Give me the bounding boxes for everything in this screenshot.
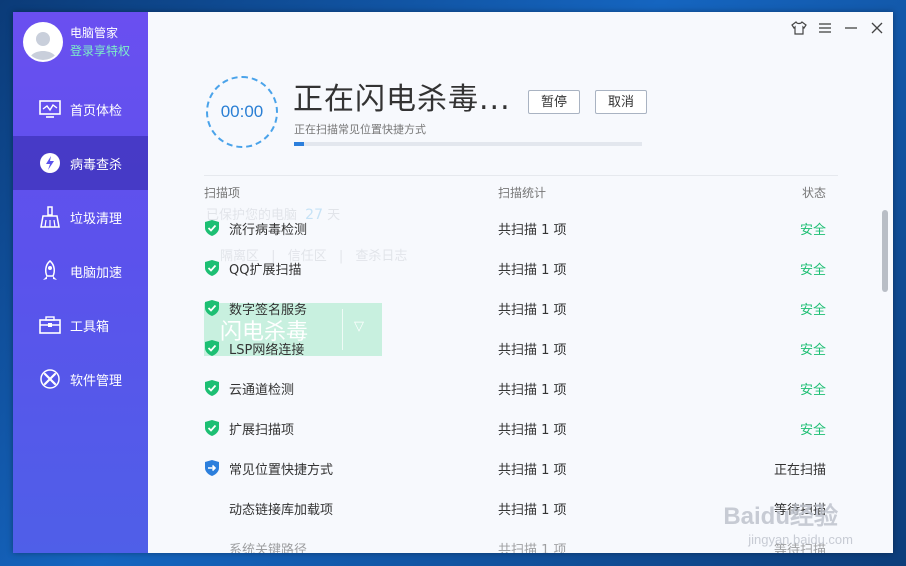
table-row: 系统关键路径 共扫描 1 项等待扫描	[204, 528, 834, 554]
scan-status-cell: 安全	[799, 302, 826, 318]
shield-check-icon	[204, 380, 220, 396]
scan-item-name: 系统关键路径	[229, 542, 308, 554]
scan-item-name: 流行病毒检测	[229, 222, 308, 238]
login-link[interactable]: 登录享特权	[70, 42, 130, 60]
minimize-icon[interactable]	[841, 18, 861, 38]
apps-icon	[39, 368, 61, 390]
sidebar-item-software[interactable]: 软件管理	[13, 352, 148, 406]
sidebar-item-virus-scan[interactable]: 病毒查杀	[13, 136, 148, 190]
scan-stat-cell: 共扫描 1 项	[498, 542, 567, 554]
column-header-status: 状态	[801, 186, 826, 200]
watermark-logo: Baidu经验	[723, 503, 838, 530]
sidebar-item-checkup[interactable]: 首页体检	[13, 82, 148, 136]
scan-item-name: QQ扩展扫描	[229, 262, 302, 278]
column-header-stat: 扫描统计	[498, 186, 547, 200]
sidebar-item-label: 首页体检	[70, 103, 123, 119]
profile[interactable]: 电脑管家 登录享特权	[23, 20, 130, 64]
scan-item-cell: 常见位置快捷方式	[204, 459, 498, 478]
sidebar-nav: 首页体检 病毒查杀 垃圾清理 电脑加速 工具箱 软件管理	[13, 82, 148, 406]
scan-item-cell: 数字签名服务	[204, 299, 498, 318]
scan-stat-cell: 共扫描 1 项	[498, 302, 567, 318]
avatar-icon[interactable]	[23, 22, 63, 62]
close-icon[interactable]	[867, 18, 887, 38]
sidebar-item-label: 电脑加速	[70, 265, 123, 281]
shield-check-icon	[204, 340, 220, 356]
scan-stat-cell: 共扫描 1 项	[498, 422, 567, 438]
scan-item-cell: QQ扩展扫描	[204, 259, 498, 278]
skin-icon[interactable]	[789, 18, 809, 38]
scan-title: 正在闪电杀毒...	[293, 82, 511, 117]
divider	[204, 175, 838, 176]
table-row: 数字签名服务 共扫描 1 项 安全	[204, 288, 834, 328]
scan-item-name: 动态链接库加载项	[229, 502, 334, 518]
scan-stat-cell: 共扫描 1 项	[498, 342, 567, 358]
profile-name: 电脑管家	[70, 26, 119, 40]
scan-current-item: 正在扫描常见位置快捷方式	[294, 123, 426, 136]
table-row: 扩展扫描项 共扫描 1 项 安全	[204, 408, 834, 448]
shield-check-icon	[204, 300, 220, 316]
sidebar: 电脑管家 登录享特权 首页体检 病毒查杀 垃圾清理 电脑加速 工具箱 软件管理	[13, 12, 148, 553]
scan-item-cell: 系统关键路径	[204, 539, 498, 554]
sidebar-item-label: 病毒查杀	[70, 157, 123, 173]
scan-timer: 00:00	[206, 76, 278, 148]
column-header-item: 扫描项	[204, 186, 241, 200]
scan-status-cell: 正在扫描	[773, 462, 826, 478]
scrollbar[interactable]	[882, 210, 888, 292]
shield-check-icon	[204, 220, 220, 236]
watermark-url: jingyan.baidu.com	[748, 532, 853, 547]
scan-item-cell: LSP网络连接	[204, 339, 498, 358]
monitor-icon	[39, 98, 61, 120]
scan-item-cell: 动态链接库加载项	[204, 499, 498, 518]
table-row: 常见位置快捷方式 共扫描 1 项 正在扫描	[204, 448, 834, 488]
shield-check-icon	[204, 420, 220, 436]
scan-item-cell: 云通道检测	[204, 379, 498, 398]
scan-item-name: 常见位置快捷方式	[229, 462, 334, 478]
scan-status-cell: 安全	[799, 262, 826, 278]
sidebar-item-toolbox[interactable]: 工具箱	[13, 298, 148, 352]
table-row: 云通道检测 共扫描 1 项 安全	[204, 368, 834, 408]
scan-stat-cell: 共扫描 1 项	[498, 222, 567, 238]
scan-item-cell: 扩展扫描项	[204, 419, 498, 438]
window-controls	[789, 18, 887, 38]
shield-scanning-icon	[204, 460, 220, 476]
scan-item-name: 云通道检测	[229, 382, 295, 398]
table-row: LSP网络连接 共扫描 1 项 安全	[204, 328, 834, 368]
scan-status-cell: 安全	[799, 382, 826, 398]
sidebar-item-label: 软件管理	[70, 373, 123, 389]
scan-item-name: 数字签名服务	[229, 302, 308, 318]
main-panel: 已保护您的电脑 27 天 隔离区 | 信任区 | 查杀日志 闪电杀毒 ▽ 00:…	[148, 12, 893, 553]
table-row: QQ扩展扫描 共扫描 1 项 安全	[204, 248, 834, 288]
scan-stat-cell: 共扫描 1 项	[498, 462, 567, 478]
rocket-icon	[39, 260, 61, 282]
app-window: 电脑管家 登录享特权 首页体检 病毒查杀 垃圾清理 电脑加速 工具箱 软件管理 …	[13, 12, 893, 553]
scan-status-cell: 安全	[799, 222, 826, 238]
scan-status-cell: 安全	[799, 342, 826, 358]
scan-status-cell: 安全	[799, 422, 826, 438]
scan-item-name: 扩展扫描项	[229, 422, 295, 438]
broom-icon	[39, 206, 61, 228]
sidebar-item-label: 垃圾清理	[70, 211, 123, 227]
pause-button[interactable]: 暂停	[528, 90, 581, 114]
table-row: 流行病毒检测 共扫描 1 项 安全	[204, 208, 834, 248]
sidebar-item-cleanup[interactable]: 垃圾清理	[13, 190, 148, 244]
toolbox-icon	[39, 314, 61, 336]
menu-icon[interactable]	[815, 18, 835, 38]
sidebar-item-label: 工具箱	[70, 319, 110, 335]
scan-stat-cell: 共扫描 1 项	[498, 262, 567, 278]
scan-stat-cell: 共扫描 1 项	[498, 382, 567, 398]
lightning-shield-icon	[39, 152, 61, 174]
scan-item-cell: 流行病毒检测	[204, 219, 498, 238]
table-header: 扫描项 扫描统计 状态	[204, 184, 834, 208]
scan-progress-bar	[294, 142, 642, 146]
sidebar-item-speedup[interactable]: 电脑加速	[13, 244, 148, 298]
scan-progress-fill	[294, 142, 305, 146]
cancel-button[interactable]: 取消	[595, 90, 648, 114]
scan-stat-cell: 共扫描 1 项	[498, 502, 567, 518]
scan-item-name: LSP网络连接	[229, 342, 305, 358]
shield-check-icon	[204, 260, 220, 276]
